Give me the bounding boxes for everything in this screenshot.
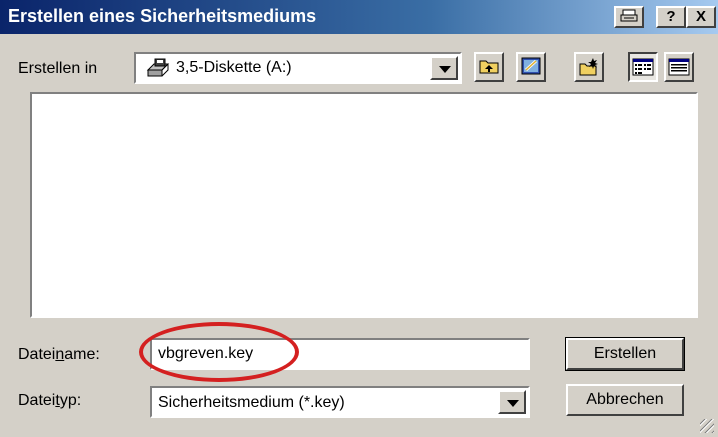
annotation-highlight-ellipse [139, 322, 299, 382]
chevron-down-icon [507, 400, 519, 407]
details-view-icon [668, 58, 690, 76]
file-list[interactable] [30, 92, 698, 318]
create-button[interactable]: Erstellen [565, 337, 685, 371]
save-dialog: Erstellen eines Sicherheitsmediums ? X E… [0, 0, 718, 437]
desktop-button[interactable] [516, 52, 546, 82]
location-selected: 3,5-Diskette (A:) [176, 59, 292, 76]
filetype-combo[interactable]: Sicherheitsmedium (*.key) [150, 386, 530, 418]
printer-icon [620, 9, 638, 22]
folder-up-icon [479, 60, 499, 74]
filetype-selected: Sicherheitsmedium (*.key) [158, 394, 345, 411]
location-combo[interactable]: 3,5-Diskette (A:) [134, 52, 462, 84]
new-folder-button[interactable] [574, 52, 604, 82]
chevron-down-icon [439, 66, 451, 73]
list-view-icon [632, 58, 654, 76]
close-button[interactable]: X [686, 6, 716, 28]
help-button[interactable]: ? [656, 6, 686, 28]
window-title: Erstellen eines Sicherheitsmediums [8, 6, 317, 26]
location-label: Erstellen in [18, 60, 98, 77]
floppy-drive-icon [146, 58, 170, 77]
context-menu-button[interactable] [614, 6, 644, 28]
cancel-button[interactable]: Abbrechen [566, 384, 684, 416]
new-folder-icon [579, 58, 598, 76]
desktop-icon [521, 57, 541, 75]
filename-label: Dateiname: [18, 346, 100, 363]
resize-grip[interactable] [700, 419, 714, 433]
list-view-button[interactable] [628, 52, 658, 82]
details-view-button[interactable] [664, 52, 694, 82]
location-dropdown-button[interactable] [430, 56, 458, 80]
title-bar: Erstellen eines Sicherheitsmediums ? X [0, 0, 718, 34]
filetype-dropdown-button[interactable] [498, 390, 526, 414]
filetype-label: Dateityp: [18, 392, 82, 409]
up-one-level-button[interactable] [474, 52, 504, 82]
